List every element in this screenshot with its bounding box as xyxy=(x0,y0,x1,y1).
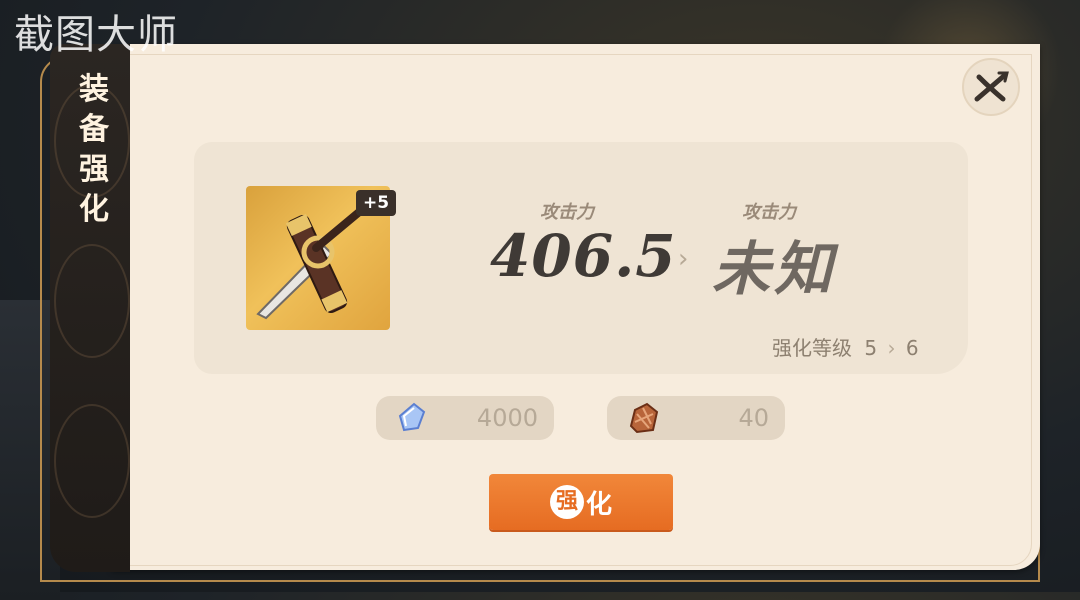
decor-swirl xyxy=(54,404,130,518)
dialog-title: 装 备 强 化 xyxy=(74,70,114,230)
crystal-icon xyxy=(398,402,426,432)
cost-ore: 40 xyxy=(607,396,785,440)
next-stat-label: 攻击力 xyxy=(742,202,796,223)
enhance-level-from: 5 xyxy=(864,336,878,360)
title-char: 备 xyxy=(79,112,109,147)
crystal-amount: 4000 xyxy=(476,404,538,432)
decor-swirl xyxy=(54,244,130,358)
cost-crystal: 4000 xyxy=(376,396,554,440)
ore-icon xyxy=(629,402,659,434)
enhance-button-first-char: 强 xyxy=(549,485,584,519)
chevron-right-icon: › xyxy=(887,336,896,360)
title-char: 装 xyxy=(79,72,109,107)
title-char: 化 xyxy=(79,192,109,227)
enhance-button[interactable]: 强 化 xyxy=(489,474,673,530)
level-badge: +5 xyxy=(356,190,396,216)
close-x-icon xyxy=(974,71,1009,102)
next-stat-value: 未知 xyxy=(712,235,837,303)
current-stat-label: 攻击力 xyxy=(540,202,594,223)
chevron-right-icon: › xyxy=(678,244,689,274)
title-char: 强 xyxy=(79,152,109,187)
enhance-level-label: 强化等级 xyxy=(772,336,852,360)
close-button[interactable] xyxy=(962,58,1020,116)
current-stat-value: 406.5 xyxy=(490,222,677,290)
ore-amount: 40 xyxy=(738,404,769,432)
enhance-level: 强化等级 5 › 6 xyxy=(772,332,919,361)
enhance-level-to: 6 xyxy=(905,336,919,360)
watermark: 截图大师 xyxy=(14,12,178,58)
enhance-button-label: 化 xyxy=(585,489,612,520)
